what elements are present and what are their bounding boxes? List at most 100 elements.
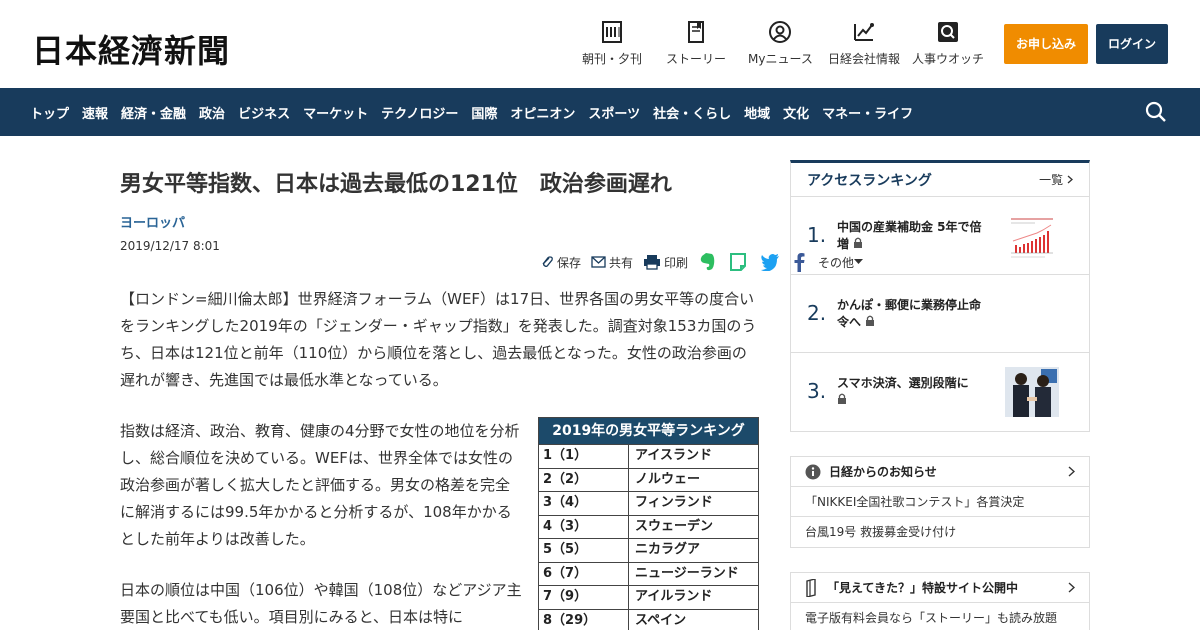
nav-item-region[interactable]: 地域 <box>744 103 770 122</box>
evernote-icon <box>700 253 715 271</box>
story-book-icon <box>688 21 704 43</box>
photo-thumbnail <box>1005 367 1059 417</box>
share-button[interactable]: 共有 <box>591 254 633 271</box>
nav-item-business[interactable]: ビジネス <box>238 103 290 122</box>
nav-item-culture[interactable]: 文化 <box>783 103 809 122</box>
ranking-number: 3. <box>807 379 827 403</box>
gender-ranking-table[interactable]: 2019年の男女平等ランキング 1（1） アイスランド 2（2） ノルウェー 3（4… <box>538 417 759 630</box>
site-header: 日本経濟新聞 朝刊・夕刊 ストーリー Myニュース 日経会社情報 人事ウオッチ … <box>0 0 1200 88</box>
article-paragraph: 指数は経済、政治、教育、健康の4分野で女性の地位を分析し、総合順位を決めている。… <box>120 422 520 548</box>
table-row: 5（5） ニカラグア <box>539 538 758 562</box>
tool-label: 人事ウオッチ <box>912 52 985 66</box>
nav-item-money-life[interactable]: マネー・ライフ <box>822 103 913 122</box>
evernote-button[interactable] <box>698 252 719 272</box>
access-ranking-title: アクセスランキング <box>807 172 932 189</box>
ranking-item[interactable]: 1. 中国の産業補助金 5年で倍増 <box>791 197 1089 275</box>
nav-items: トップ 速報 経済・金融 政治 ビジネス マーケット テクノロジー 国際 オピニ… <box>30 88 926 136</box>
ranking-list-label: 一覧 <box>1039 173 1064 187</box>
mail-icon <box>591 256 606 268</box>
rank-cell: 1（1） <box>539 445 629 468</box>
tool-label: Myニュース <box>748 52 813 66</box>
tool-label: 朝刊・夕刊 <box>582 52 643 66</box>
ranking-headline: スマホ決済、選別段階に <box>837 375 987 409</box>
lock-icon <box>838 393 846 404</box>
rank-cell: 6（7） <box>539 562 629 585</box>
ranking-headline-text: かんぽ・郵便に業務停止命令へ <box>837 298 982 329</box>
note-button[interactable] <box>729 252 750 272</box>
tool-newspaper[interactable]: 朝刊・夕刊 <box>582 20 642 67</box>
country-cell: スペイン <box>635 612 687 628</box>
notice-link[interactable]: 「NIKKEI全国社歌コンテスト」各賞決定 <box>791 487 1089 517</box>
tool-company-info[interactable]: 日経会社情報 <box>828 20 900 67</box>
nav-item-society[interactable]: 社会・くらし <box>653 103 731 122</box>
tool-people-watch[interactable]: 人事ウオッチ <box>912 20 984 67</box>
table-row: 3（4） フィンランド <box>539 491 758 515</box>
ranking-table-title: 2019年の男女平等ランキング <box>539 418 758 444</box>
nav-item-economy[interactable]: 経済・金融 <box>121 103 186 122</box>
subscribe-button[interactable]: お申し込み <box>1004 24 1088 64</box>
save-button[interactable]: 保存 <box>540 254 581 271</box>
notice-link[interactable]: 台風19号 救援募金受け付け <box>791 517 1089 547</box>
nav-item-top[interactable]: トップ <box>30 103 69 122</box>
rank-cell: 3（4） <box>539 492 629 515</box>
access-ranking: アクセスランキング 一覧 1. 中国の産業補助金 5年で倍増 2. かんぽ・郵便… <box>790 160 1090 432</box>
search-icon[interactable] <box>1144 100 1168 124</box>
tool-label: ストーリー <box>666 52 727 66</box>
nav-item-opinion[interactable]: オピニオン <box>510 103 575 122</box>
printer-icon <box>644 255 661 270</box>
main-nav: トップ 速報 経済・金融 政治 ビジネス マーケット テクノロジー 国際 オピニ… <box>0 88 1200 136</box>
ranking-list-link[interactable]: 一覧 <box>1039 171 1073 188</box>
story-title: 「見えてきた？」特設サイト公開中 <box>827 581 1019 595</box>
nav-item-international[interactable]: 国際 <box>471 103 497 122</box>
rank-cell: 8（29） <box>539 609 629 630</box>
print-label: 印刷 <box>664 255 689 270</box>
rank-cell: 2（2） <box>539 468 629 491</box>
note-icon <box>730 253 747 271</box>
rank-cell: 4（3） <box>539 515 629 538</box>
ranking-item[interactable]: 2. かんぽ・郵便に業務停止命令へ <box>791 275 1089 353</box>
nikkei-logo[interactable]: 日本経濟新聞 <box>32 26 230 72</box>
article-date: 2019/12/17 8:01 <box>120 239 220 253</box>
save-label: 保存 <box>557 255 582 270</box>
login-button[interactable]: ログイン <box>1096 24 1168 64</box>
lock-icon <box>854 237 863 248</box>
company-chart-icon <box>854 23 874 41</box>
nav-item-market[interactable]: マーケット <box>303 103 368 122</box>
table-row: 1（1） アイスランド <box>539 444 758 468</box>
country-cell: ノルウェー <box>635 471 701 487</box>
ranking-headline-text: スマホ決済、選別段階に <box>837 376 969 390</box>
notice-header[interactable]: 日経からのお知らせ <box>791 457 1089 487</box>
chart-thumbnail <box>1005 211 1059 261</box>
nav-item-breaking[interactable]: 速報 <box>82 103 108 122</box>
info-icon <box>805 464 821 479</box>
chevron-right-icon <box>1068 466 1075 477</box>
nav-item-technology[interactable]: テクノロジー <box>381 103 458 122</box>
nikkei-notices: 日経からのお知らせ 「NIKKEI全国社歌コンテスト」各賞決定 台風19号 救援… <box>790 456 1090 548</box>
print-button[interactable]: 印刷 <box>643 254 688 271</box>
chevron-right-icon <box>1067 175 1073 184</box>
country-cell: スウェーデン <box>635 518 714 534</box>
table-row: 6（7） ニュージーランド <box>539 561 758 585</box>
tool-label: 日経会社情報 <box>828 52 901 66</box>
bookmark-book-icon <box>806 578 816 597</box>
chevron-right-icon <box>1068 582 1075 593</box>
tool-my-news[interactable]: Myニュース <box>748 20 813 67</box>
tool-story[interactable]: ストーリー <box>666 20 726 67</box>
twitter-button[interactable] <box>760 253 783 271</box>
ranking-number: 2. <box>807 301 827 325</box>
twitter-icon <box>761 253 780 271</box>
story-link[interactable]: 電子版有料会員なら「ストーリー」も読み放題 <box>791 603 1089 630</box>
ranking-headline: かんぽ・郵便に業務停止命令へ <box>837 297 987 331</box>
access-ranking-header: アクセスランキング 一覧 <box>791 163 1089 197</box>
nav-item-sports[interactable]: スポーツ <box>588 103 640 122</box>
rank-cell: 5（5） <box>539 539 629 562</box>
ranking-headline: 中国の産業補助金 5年で倍増 <box>837 219 987 253</box>
story-header[interactable]: 「見えてきた？」特設サイト公開中 <box>791 573 1089 603</box>
ranking-number: 1. <box>807 223 827 247</box>
nav-item-politics[interactable]: 政治 <box>199 103 225 122</box>
country-cell: ニカラグア <box>635 542 701 557</box>
country-cell: アイルランド <box>635 589 713 604</box>
ranking-item[interactable]: 3. スマホ決済、選別段階に <box>791 353 1089 431</box>
country-cell: フィンランド <box>635 495 713 510</box>
article-region-link[interactable]: ヨーロッパ <box>120 212 760 231</box>
